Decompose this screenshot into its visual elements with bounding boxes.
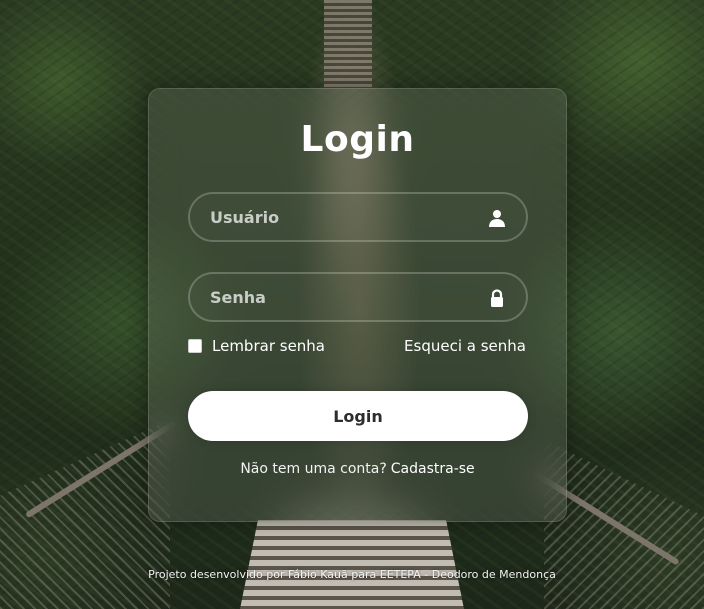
login-card: Login Lembrar senha Esqueci a senha Logi… xyxy=(148,88,567,522)
user-icon xyxy=(488,209,506,227)
signup-prompt: Não tem uma conta? xyxy=(240,461,387,477)
remember-password[interactable]: Lembrar senha xyxy=(188,337,325,355)
signup-link[interactable]: Cadastra-se xyxy=(391,461,475,477)
password-input[interactable] xyxy=(190,274,526,320)
password-field[interactable] xyxy=(188,272,528,322)
lock-icon xyxy=(488,289,506,307)
login-title: Login xyxy=(300,119,415,160)
forgot-password-link[interactable]: Esqueci a senha xyxy=(404,337,526,355)
footer-credits: Projeto desenvolvido por Fábio Kauã para… xyxy=(148,568,556,581)
bridge-near-walkway xyxy=(240,520,464,609)
username-field[interactable] xyxy=(188,192,528,242)
remember-label: Lembrar senha xyxy=(212,337,325,355)
bridge-far-walkway xyxy=(324,0,372,90)
login-button[interactable]: Login xyxy=(188,391,528,441)
remember-checkbox[interactable] xyxy=(188,339,202,353)
signup-row: Não tem uma conta? Cadastra-se xyxy=(149,461,566,477)
username-input[interactable] xyxy=(190,194,526,240)
